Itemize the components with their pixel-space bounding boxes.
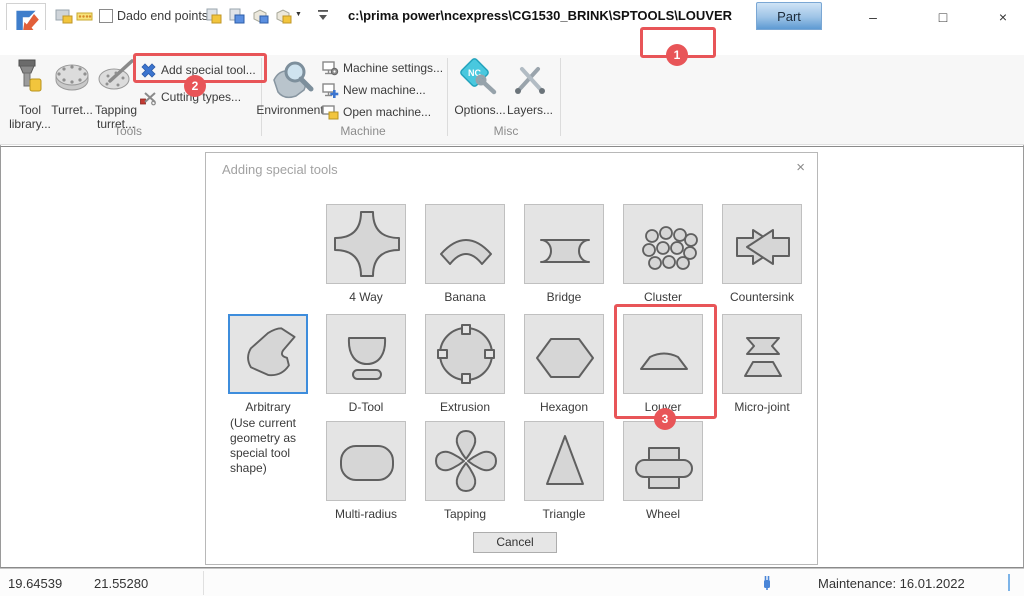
tool-banana[interactable]: Banana: [425, 204, 505, 304]
triangle-shape-icon: [525, 421, 603, 501]
coordinate-y: 21.55280: [94, 576, 148, 591]
import-part-icon[interactable]: [252, 8, 270, 29]
tool-tapping[interactable]: Tapping: [425, 421, 505, 521]
tapping-turret-button[interactable]: [94, 59, 138, 98]
bridge-shape-icon: [525, 204, 603, 284]
close-button[interactable]: ×: [986, 6, 1020, 28]
multi-radius-shape-icon: [327, 421, 405, 501]
group-separator: [447, 58, 448, 136]
arbitrary-note: (Use current geometry as special tool sh…: [230, 416, 316, 476]
tool-multi-radius[interactable]: Multi-radius: [326, 421, 406, 521]
ribbon: Tool library... Turret... Tapping turret…: [0, 55, 1024, 145]
minimize-button[interactable]: –: [856, 6, 890, 28]
cutting-types-icon: [140, 89, 157, 106]
tool-micro-joint[interactable]: Micro-joint: [722, 314, 802, 414]
annotation-badge-1: 1: [666, 44, 688, 66]
menubar: File View Edit Drawing Tooling Process S…: [0, 30, 1024, 55]
save-layout-icon[interactable]: [55, 8, 73, 29]
machine-settings-icon: [322, 60, 339, 76]
machine-group-label: Machine: [333, 124, 393, 138]
tool-triangle[interactable]: Triangle: [524, 421, 604, 521]
tapping-turret-icon: [94, 59, 138, 93]
d-tool-shape-icon: [327, 314, 405, 394]
countersink-shape-icon: [723, 204, 801, 284]
machine-settings-label: Machine settings...: [343, 61, 443, 75]
misc-group-label: Misc: [486, 124, 526, 138]
add-special-tool-icon: [140, 62, 157, 79]
4way-shape-icon: [327, 204, 405, 284]
hexagon-shape-icon: [525, 314, 603, 394]
coordinate-x: 19.64539: [8, 576, 62, 591]
tool-wheel[interactable]: Wheel: [623, 421, 703, 521]
app-window: Dado end points ▼ c:\prima power\ncexpre…: [0, 0, 1024, 596]
cluster-shape-icon: [624, 204, 702, 284]
tools-group-label: Tools: [98, 124, 158, 138]
tool-library-icon: [10, 58, 48, 98]
export-dropdown-arrow-icon[interactable]: ▼: [295, 11, 302, 18]
arbitrary-shape-icon: [230, 316, 306, 392]
new-machine-button[interactable]: New machine...: [322, 81, 426, 99]
tool-hexagon[interactable]: Hexagon: [524, 314, 604, 414]
copy-to-folder-icon[interactable]: [205, 8, 223, 29]
micro-joint-shape-icon: [723, 314, 801, 394]
layers-button[interactable]: [510, 61, 550, 102]
group-separator: [560, 58, 561, 136]
annotation-badge-3: 3: [654, 408, 676, 430]
tool-louver[interactable]: Louver: [623, 314, 703, 414]
dado-end-points-checkbox[interactable]: [99, 9, 113, 23]
new-machine-icon: [322, 82, 339, 98]
export-part-icon[interactable]: [275, 8, 293, 29]
window-title: c:\prima power\ncexpress\CG1530_BRINK\SP…: [330, 8, 750, 23]
tool-extrusion[interactable]: Extrusion: [425, 314, 505, 414]
wheel-shape-icon: [624, 421, 702, 501]
tool-4way[interactable]: 4 Way: [326, 204, 406, 304]
turret-icon: [52, 61, 92, 93]
tool-countersink[interactable]: Countersink: [722, 204, 802, 304]
options-button[interactable]: NC: [458, 58, 502, 105]
annotation-badge-2: 2: [184, 75, 206, 97]
machine-settings-button[interactable]: Machine settings...: [322, 59, 443, 77]
tool-d-tool[interactable]: D-Tool: [326, 314, 406, 414]
titlebar: Dado end points ▼ c:\prima power\ncexpre…: [0, 0, 1024, 30]
dialog-title: Adding special tools: [222, 162, 338, 177]
tapping-shape-icon: [426, 421, 504, 501]
layers-label: Layers...: [506, 103, 554, 117]
statusbar-end-marker: [1008, 574, 1010, 591]
cancel-button[interactable]: Cancel: [473, 532, 557, 553]
louver-shape-icon: [624, 314, 702, 394]
turret-button[interactable]: [52, 61, 92, 98]
copy-save-icon[interactable]: [228, 8, 246, 29]
tool-cluster[interactable]: Cluster: [623, 204, 703, 304]
part-tab[interactable]: Part: [756, 2, 822, 30]
dado-end-points-label: Dado end points: [117, 9, 208, 23]
environment-button[interactable]: [268, 58, 316, 105]
maintenance-date: Maintenance: 16.01.2022: [818, 576, 965, 591]
environment-icon: [268, 58, 316, 100]
maintenance-icon: [761, 574, 773, 594]
open-machine-label: Open machine...: [343, 105, 431, 119]
banana-shape-icon: [426, 204, 504, 284]
measure-ruler-icon[interactable]: [76, 8, 94, 29]
tool-library-button[interactable]: [10, 58, 48, 103]
tool-bridge[interactable]: Bridge: [524, 204, 604, 304]
adding-special-tools-dialog: Adding special tools × 4 Way Banana Brid…: [205, 152, 818, 565]
statusbar: 19.64539 21.55280 Maintenance: 16.01.202…: [0, 568, 1024, 596]
maximize-button[interactable]: □: [926, 6, 960, 28]
options-icon: NC: [458, 58, 502, 100]
options-label: Options...: [452, 103, 508, 117]
qat-customize-icon[interactable]: [316, 8, 330, 27]
add-special-tool-label: Add special tool...: [161, 63, 256, 77]
layers-icon: [510, 61, 550, 97]
open-machine-button[interactable]: Open machine...: [322, 103, 431, 121]
dialog-close-icon[interactable]: ×: [796, 159, 805, 176]
open-machine-icon: [322, 104, 339, 120]
extrusion-shape-icon: [426, 314, 504, 394]
new-machine-label: New machine...: [343, 83, 426, 97]
statusbar-separator: [203, 571, 204, 595]
group-separator: [261, 58, 262, 136]
tool-arbitrary[interactable]: Arbitrary: [228, 314, 308, 414]
